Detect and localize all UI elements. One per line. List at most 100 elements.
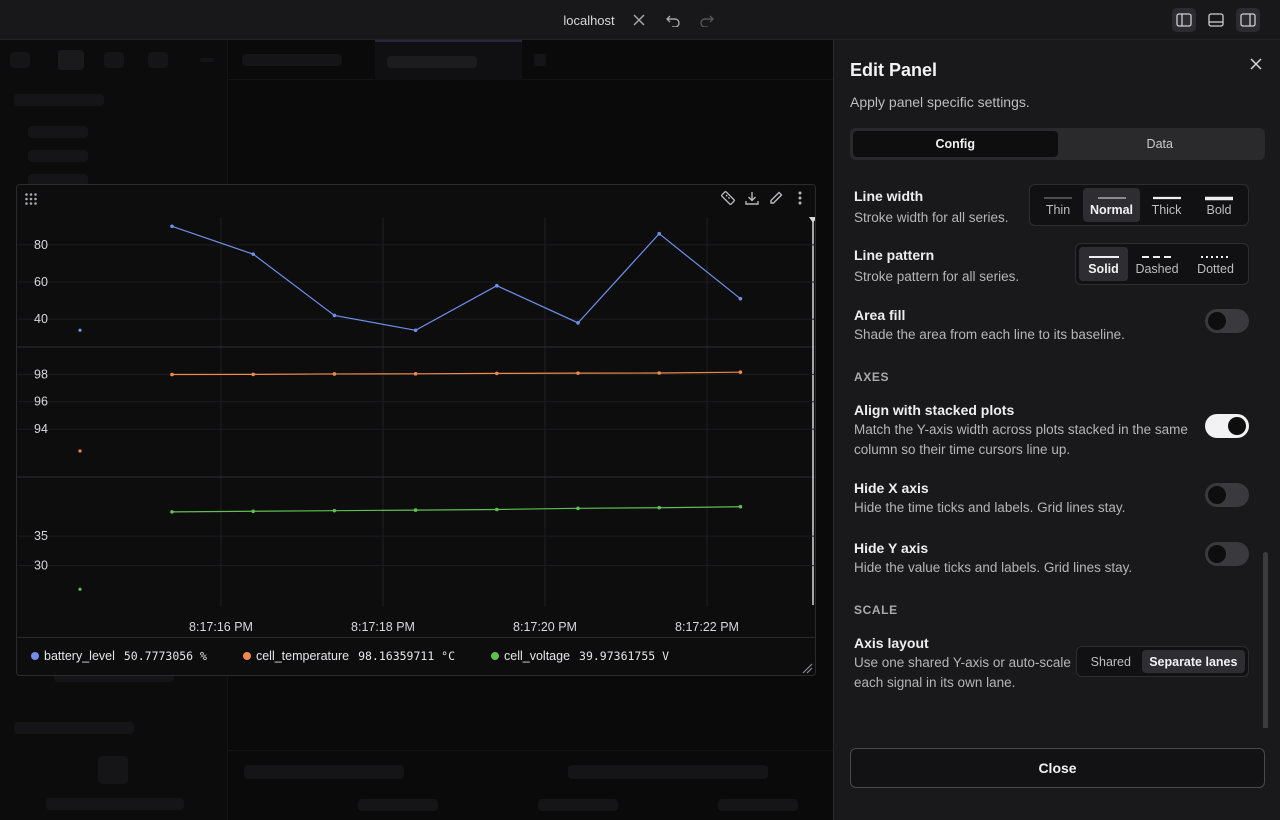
redo-icon[interactable] (697, 10, 717, 30)
toggle-knob (1208, 486, 1226, 504)
legend-name: battery_level (44, 648, 115, 663)
time-cursor-marker (809, 217, 815, 223)
area-fill-setting: Area fill Shade the area from each line … (854, 307, 1249, 345)
align-stacked-title: Align with stacked plots (854, 402, 1015, 418)
align-stacked-setting: Align with stacked plots Match the Y-axi… (854, 402, 1194, 460)
edit-panel-title: Edit Panel (850, 60, 938, 80)
axis-layout-desc: Use one shared Y-axis or auto-scale each… (854, 655, 1071, 690)
legend-dot (242, 651, 251, 660)
data-point (78, 587, 82, 591)
legend-name: cell_temperature (255, 648, 350, 663)
axis-layout-setting: Axis layout Use one shared Y-axis or aut… (854, 635, 1074, 693)
ruler-icon[interactable] (719, 189, 737, 207)
data-point (576, 321, 580, 325)
data-point (413, 372, 418, 376)
legend-item-cell-temperature[interactable]: cell_temperature 98.16359711 °C (242, 648, 456, 663)
option-label: Thick (1151, 203, 1182, 217)
line-width-bold[interactable]: Bold (1193, 188, 1245, 222)
legend-item-cell-voltage[interactable]: cell_voltage 39.97361755 V (491, 649, 669, 663)
hide-y-axis-toggle[interactable] (1205, 542, 1249, 566)
hide-x-axis-toggle[interactable] (1205, 483, 1249, 507)
scale-section-label: SCALE (854, 603, 898, 617)
legend-value: 98.16359711 °C (358, 648, 456, 663)
legend-value: 39.97361755 V (579, 648, 670, 663)
plot-legend: battery_level 50.7773056 % cell_temperat… (17, 637, 815, 673)
toggle-knob (1208, 545, 1226, 563)
line-width-options: Thin Normal Thick Bold (1029, 184, 1249, 226)
data-point (657, 231, 661, 236)
area-fill-toggle[interactable] (1205, 309, 1249, 333)
series-line-cell-voltage (171, 506, 741, 513)
data-point (251, 372, 255, 377)
hide-y-axis-desc: Hide the value ticks and labels. Grid li… (854, 560, 1133, 575)
series-line-battery-level (171, 225, 741, 331)
bottom-panel-icon[interactable] (1204, 8, 1228, 32)
stacked-line-chart: 40 60 80 94 96 98 30 35 8:17:16 PM 8:17:18 PM 8:17… (17, 217, 815, 634)
axes-section-label: AXES (854, 370, 890, 384)
tab-config[interactable]: Config (853, 131, 1058, 157)
close-button[interactable]: Close (850, 748, 1265, 788)
line-width-normal[interactable]: Normal (1083, 188, 1140, 222)
data-point (413, 328, 418, 333)
y-tick-label: 80 (34, 238, 48, 252)
download-icon[interactable] (743, 189, 761, 207)
data-point (495, 507, 499, 512)
y-tick-label: 60 (34, 275, 48, 289)
data-point (495, 283, 499, 288)
axis-layout-separate-lanes[interactable]: Separate lanes (1141, 650, 1245, 673)
line-pattern-solid[interactable]: Solid (1079, 247, 1128, 281)
undo-icon[interactable] (663, 10, 683, 30)
area-fill-desc: Shade the area from each line to its bas… (854, 327, 1125, 342)
edit-panel: Edit Panel Apply panel specific settings… (833, 40, 1280, 820)
hide-y-axis-setting: Hide Y axis Hide the value ticks and lab… (854, 540, 1249, 578)
tab-data[interactable]: Data (1058, 131, 1263, 157)
data-point (738, 370, 743, 374)
hide-x-axis-desc: Hide the time ticks and labels. Grid lin… (854, 500, 1126, 515)
settings-scrollbar[interactable] (1263, 552, 1268, 728)
pencil-icon[interactable] (767, 189, 785, 207)
area-fill-title: Area fill (854, 307, 906, 323)
close-tab-icon[interactable] (629, 10, 649, 30)
data-point (251, 509, 255, 514)
data-point (738, 504, 743, 509)
right-panel-icon[interactable] (1236, 8, 1260, 32)
plot-panel: 40 60 80 94 96 98 30 35 8:17:16 PM 8:17:18 PM 8:17… (16, 184, 816, 676)
window-title: localhost (563, 12, 615, 28)
data-point (170, 224, 174, 229)
background-bottom-bar (228, 750, 833, 820)
axis-layout-shared[interactable]: Shared (1080, 650, 1142, 673)
data-point (657, 371, 661, 375)
y-tick-label: 30 (34, 559, 48, 573)
x-tick-label: 8:17:16 PM (189, 620, 253, 634)
legend-name: cell_voltage (504, 648, 571, 663)
axis-layout-options: Shared Separate lanes (1076, 646, 1249, 677)
more-vertical-icon[interactable] (791, 189, 809, 207)
data-point (738, 296, 743, 301)
data-point (78, 328, 82, 332)
config-data-tabs: Config Data (850, 128, 1265, 160)
legend-item-battery-level[interactable]: battery_level 50.7773056 % (31, 649, 207, 663)
x-tick-label: 8:17:22 PM (675, 620, 739, 634)
legend-dot (31, 651, 39, 660)
option-label: Normal (1089, 203, 1134, 217)
toggle-knob (1228, 417, 1246, 435)
drag-handle-icon[interactable] (23, 191, 39, 207)
option-label: Bold (1206, 203, 1232, 217)
app-root: localhost 40 60 80 94 96 98 30 35 8:17:1… (0, 0, 1280, 820)
align-stacked-desc: Match the Y-axis width across plots stac… (854, 422, 1188, 457)
left-panel-icon[interactable] (1172, 8, 1196, 32)
align-stacked-toggle[interactable] (1205, 414, 1249, 438)
line-pattern-dotted[interactable]: Dotted (1186, 247, 1245, 281)
resize-grip-icon[interactable] (801, 661, 813, 674)
option-label: Dotted (1197, 262, 1234, 276)
line-pattern-dashed[interactable]: Dashed (1128, 247, 1186, 281)
legend-dot (491, 651, 500, 660)
axis-layout-title: Axis layout (854, 635, 929, 651)
line-width-thick[interactable]: Thick (1140, 188, 1193, 222)
close-icon[interactable] (1246, 54, 1266, 74)
option-label: Dashed (1135, 262, 1179, 276)
line-width-thin[interactable]: Thin (1033, 188, 1083, 222)
data-point (576, 371, 580, 375)
hide-x-axis-setting: Hide X axis Hide the time ticks and labe… (854, 480, 1249, 518)
data-point (332, 313, 337, 318)
